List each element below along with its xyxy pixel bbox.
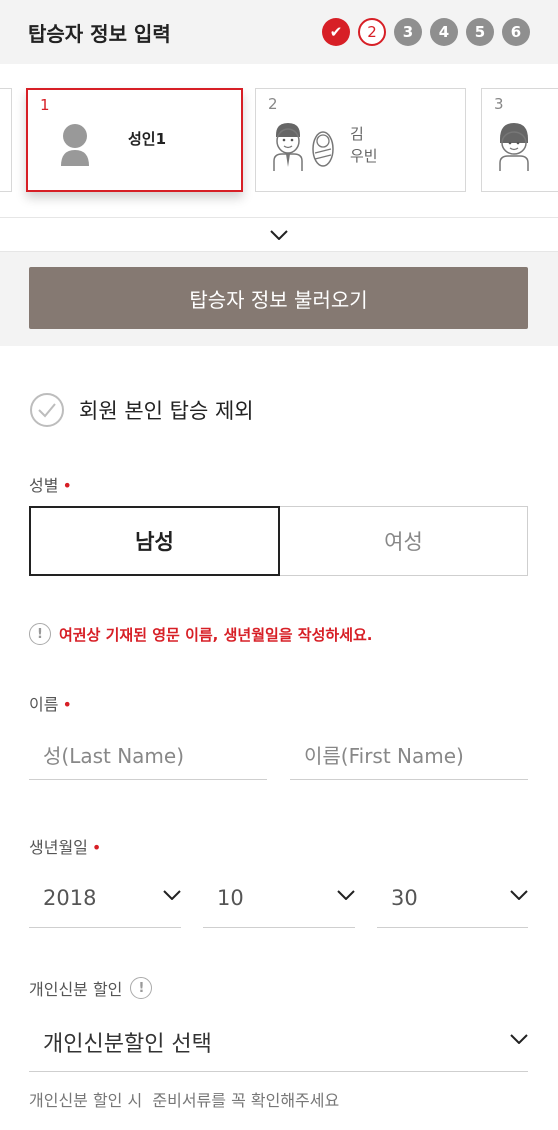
discount-select[interactable]: 개인신분할인 선택	[29, 1012, 528, 1072]
step-3: 3	[394, 18, 422, 46]
required-mark: •	[91, 838, 102, 857]
passenger-number: 1	[40, 96, 50, 114]
page-header: 탑승자 정보 입력 ✔ 2 3 4 5 6	[0, 0, 558, 64]
required-mark: •	[62, 476, 72, 495]
adult-with-infant-icon	[273, 123, 334, 171]
birth-month-value: 10	[217, 885, 244, 910]
birth-year-value: 2018	[43, 885, 97, 910]
passenger-number: 3	[494, 95, 504, 113]
exclude-member-checkbox[interactable]: 회원 본인 탑승 제외	[29, 392, 254, 428]
passenger-number: 2	[268, 95, 278, 113]
step-1-check-icon: ✔	[322, 18, 350, 46]
passenger-name: 성인1	[128, 130, 167, 148]
name-label: 이름 •	[29, 691, 72, 715]
passenger-name: 김 우빈	[350, 123, 390, 167]
birth-day-select[interactable]: 30	[377, 868, 528, 928]
passenger-carousel[interactable]: 1 성인1 2 김 우빈 3	[0, 64, 558, 218]
passenger-name-line1: 김	[350, 125, 364, 143]
birth-label-text: 생년월일	[29, 838, 88, 857]
passenger-card-1[interactable]: 1 성인1	[26, 88, 243, 192]
discount-label-text: 개인신분 할인	[29, 980, 123, 999]
birth-year-select[interactable]: 2018	[29, 868, 181, 928]
load-passenger-section: 탑승자 정보 불러오기	[0, 252, 558, 346]
gender-label: 성별 •	[29, 472, 72, 496]
required-mark: •	[62, 695, 72, 714]
alert-icon: !	[29, 623, 51, 645]
chevron-down-icon	[510, 890, 528, 900]
chevron-down-icon	[337, 890, 355, 900]
discount-label: 개인신분 할인 !	[29, 976, 153, 1000]
expand-passengers-button[interactable]	[0, 218, 558, 252]
step-indicator: ✔ 2 3 4 5 6	[322, 18, 530, 46]
name-label-text: 이름	[29, 695, 59, 714]
passenger-card-2[interactable]: 2 김 우빈	[255, 88, 466, 192]
gender-label-text: 성별	[29, 476, 59, 495]
birth-label: 생년월일 •	[29, 834, 101, 858]
gender-male-button[interactable]: 남성	[29, 506, 280, 576]
passport-notice-text: 여권상 기재된 영문 이름, 생년월일을 작성하세요.	[59, 625, 373, 644]
first-name-input[interactable]: 이름(First Name)	[290, 730, 528, 780]
child-girl-icon	[499, 123, 529, 171]
passenger-card-3[interactable]: 3	[481, 88, 558, 192]
discount-select-value: 개인신분할인 선택	[43, 1031, 212, 1057]
discount-hint: 개인신분 할인 시 준비서류를 꼭 확인해주세요	[29, 1091, 340, 1110]
step-2: 2	[358, 18, 386, 46]
page-title: 탑승자 정보 입력	[28, 22, 171, 46]
load-passenger-info-button[interactable]: 탑승자 정보 불러오기	[29, 267, 528, 329]
chevron-down-icon	[510, 1034, 528, 1044]
chevron-down-icon	[270, 229, 288, 240]
passenger-card-prev[interactable]	[0, 88, 12, 192]
gender-female-button[interactable]: 여성	[280, 506, 528, 576]
birth-month-select[interactable]: 10	[203, 868, 355, 928]
step-6: 6	[502, 18, 530, 46]
last-name-input[interactable]: 성(Last Name)	[29, 730, 267, 780]
passenger-name-line2: 우빈	[350, 147, 378, 165]
step-5: 5	[466, 18, 494, 46]
chevron-down-icon	[163, 890, 181, 900]
person-placeholder-icon	[61, 124, 89, 166]
check-circle-icon	[30, 393, 64, 427]
info-icon[interactable]: !	[130, 977, 153, 999]
gender-toggle: 남성 여성	[29, 506, 528, 576]
step-4: 4	[430, 18, 458, 46]
passport-notice: ! 여권상 기재된 영문 이름, 생년월일을 작성하세요.	[29, 623, 373, 645]
exclude-member-label: 회원 본인 탑승 제외	[79, 399, 254, 423]
birth-day-value: 30	[391, 885, 418, 910]
